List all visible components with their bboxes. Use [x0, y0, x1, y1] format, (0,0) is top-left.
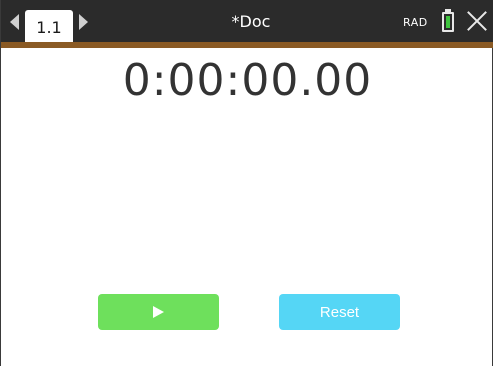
battery-level: [446, 16, 450, 28]
next-page-arrow-icon[interactable]: [79, 14, 88, 30]
reset-button[interactable]: Reset: [279, 294, 400, 330]
calculator-screen: 1.1 *Doc RAD 0:00:00.00 Reset: [0, 0, 493, 366]
tab-label: 1.1: [36, 18, 62, 37]
previous-page-arrow-icon[interactable]: [10, 14, 19, 30]
top-bar: 1.1 *Doc RAD: [1, 0, 493, 46]
topbar-accent-line: [1, 42, 493, 48]
stopwatch-display: 0:00:00.00: [122, 55, 373, 106]
close-icon[interactable]: [466, 10, 488, 32]
play-icon: [153, 306, 164, 318]
document-title: *Doc: [231, 12, 271, 31]
play-button[interactable]: [98, 294, 219, 330]
battery-icon: [442, 12, 454, 32]
tab-page[interactable]: 1.1: [25, 10, 73, 46]
angle-mode-indicator: RAD: [403, 16, 428, 29]
